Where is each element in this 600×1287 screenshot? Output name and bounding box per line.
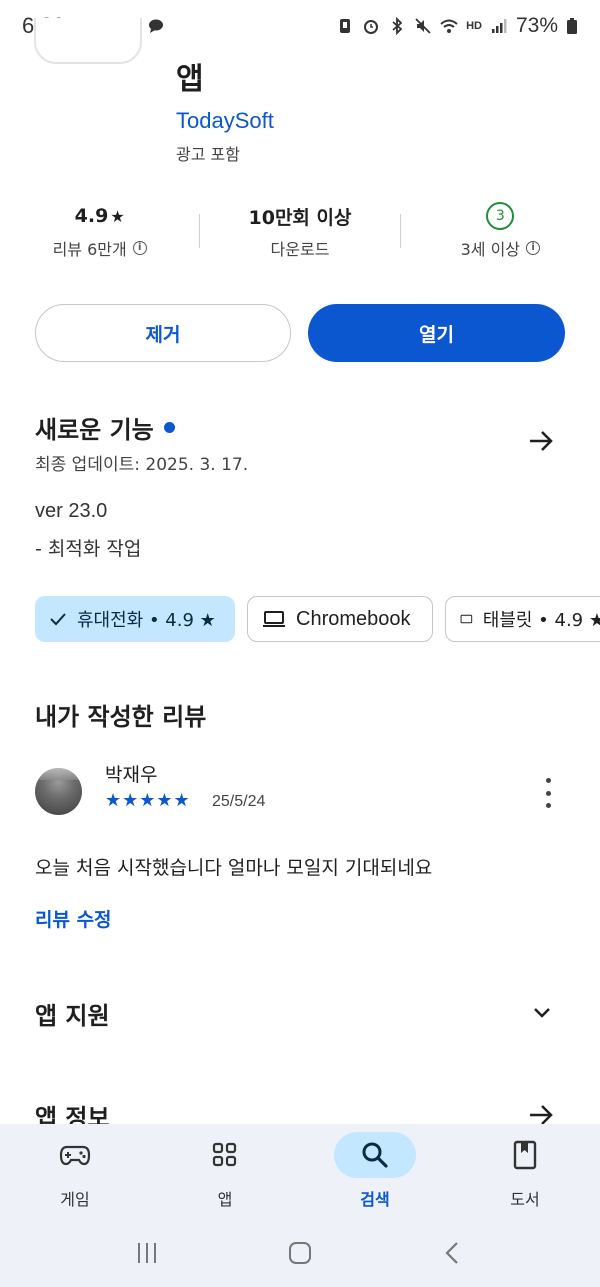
age-rating-label: 3세 이상 xyxy=(460,240,521,259)
ads-label: 광고 포함 xyxy=(176,145,240,164)
status-right: HD 73% xyxy=(336,14,578,38)
chevron-down-icon[interactable] xyxy=(530,1000,554,1024)
app-icon xyxy=(34,18,142,64)
system-navigation-bar xyxy=(0,1218,600,1287)
chip-phone-label: 휴대전화 • 4.9 ★ xyxy=(77,610,216,631)
new-indicator-dot xyxy=(163,422,175,433)
app-title: 앱 xyxy=(176,62,204,97)
check-icon xyxy=(50,613,66,626)
nav-games[interactable]: 게임 xyxy=(0,1124,150,1218)
nav-books[interactable]: 도서 xyxy=(450,1124,600,1218)
signal-icon xyxy=(491,19,507,33)
info-icon: i xyxy=(526,241,541,255)
app-support-header[interactable]: 앱 지원 xyxy=(35,996,110,1031)
downloads-stat: 10만회 이상 다운로드 xyxy=(200,200,399,270)
alarm-icon xyxy=(364,20,379,34)
chip-phone[interactable]: 휴대전화 • 4.9 ★ xyxy=(35,596,235,642)
more-options-icon[interactable] xyxy=(538,778,558,808)
age-rating-icon: 3 xyxy=(486,202,515,230)
age-rating-stat[interactable]: 3 3세 이상 i xyxy=(401,200,600,270)
book-icon xyxy=(513,1140,537,1170)
uninstall-button[interactable]: 제거 xyxy=(35,304,291,362)
tablet-icon xyxy=(460,614,473,624)
battery-saver-icon xyxy=(340,19,351,33)
recent-apps-icon[interactable] xyxy=(134,1241,160,1265)
reviews-count: 리뷰 6만개 xyxy=(52,240,127,259)
last-updated: 최종 업데이트: 2025. 3. 17. xyxy=(35,455,249,475)
chip-chromebook[interactable]: Chromebook xyxy=(247,596,433,642)
chip-tablet[interactable]: 태블릿 • 4.9 ★ xyxy=(445,596,600,642)
apps-grid-icon xyxy=(212,1142,237,1167)
wifi-icon xyxy=(440,19,458,33)
version-note: ver 23.0 xyxy=(35,500,108,522)
star-icon: ★ xyxy=(110,206,125,226)
home-icon[interactable] xyxy=(287,1240,313,1266)
app-stats: 4.9 ★ 리뷰 6만개 i 10만회 이상 다운로드 3 3세 이상 i xyxy=(0,200,600,270)
review-date: 25/5/24 xyxy=(212,793,266,810)
open-button[interactable]: 열기 xyxy=(308,304,565,362)
chat-notification-icon xyxy=(148,19,163,33)
nav-search[interactable]: 검색 xyxy=(300,1124,450,1218)
battery-icon xyxy=(567,18,577,34)
whats-new-header[interactable]: 새로운 기능 xyxy=(35,410,175,445)
network-type-label: HD xyxy=(466,20,482,32)
chip-tablet-label: 태블릿 • 4.9 ★ xyxy=(482,610,600,631)
developer-link[interactable]: TodaySoft xyxy=(176,108,274,134)
update-note: - 최적화 작업 xyxy=(35,538,142,560)
downloads-value: 10만회 이상 xyxy=(248,206,352,229)
nav-apps-label: 앱 xyxy=(217,1190,233,1209)
nav-apps[interactable]: 앱 xyxy=(150,1124,300,1218)
battery-percent: 73% xyxy=(515,14,558,37)
rating-value: 4.9 xyxy=(74,205,109,227)
whats-new-title: 새로운 기능 xyxy=(35,416,154,444)
search-icon xyxy=(362,1142,388,1168)
downloads-label: 다운로드 xyxy=(270,240,330,259)
nav-books-label: 도서 xyxy=(510,1190,540,1209)
my-review-title: 내가 작성한 리뷰 xyxy=(35,703,207,731)
avatar xyxy=(35,768,82,815)
edit-review-link[interactable]: 리뷰 수정 xyxy=(35,905,112,932)
gamepad-icon xyxy=(59,1145,91,1166)
info-icon: i xyxy=(132,241,147,255)
laptop-icon xyxy=(263,611,285,627)
back-icon[interactable] xyxy=(440,1240,466,1266)
arrow-right-icon[interactable] xyxy=(526,426,556,456)
nav-search-label: 검색 xyxy=(360,1190,390,1209)
review-text: 오늘 처음 시작했습니다 얼마나 모일지 기대되네요 xyxy=(35,857,433,879)
review-stars: ★★★★★ xyxy=(105,790,191,811)
chip-chromebook-label: Chromebook xyxy=(296,607,411,630)
reviewer-name: 박재우 xyxy=(105,764,158,786)
nav-games-label: 게임 xyxy=(60,1190,90,1209)
mute-icon xyxy=(415,18,431,34)
rating-stat[interactable]: 4.9 ★ 리뷰 6만개 i xyxy=(0,200,199,270)
bottom-navigation: 게임 앱 검색 도서 xyxy=(0,1124,600,1218)
bluetooth-icon xyxy=(392,17,403,35)
